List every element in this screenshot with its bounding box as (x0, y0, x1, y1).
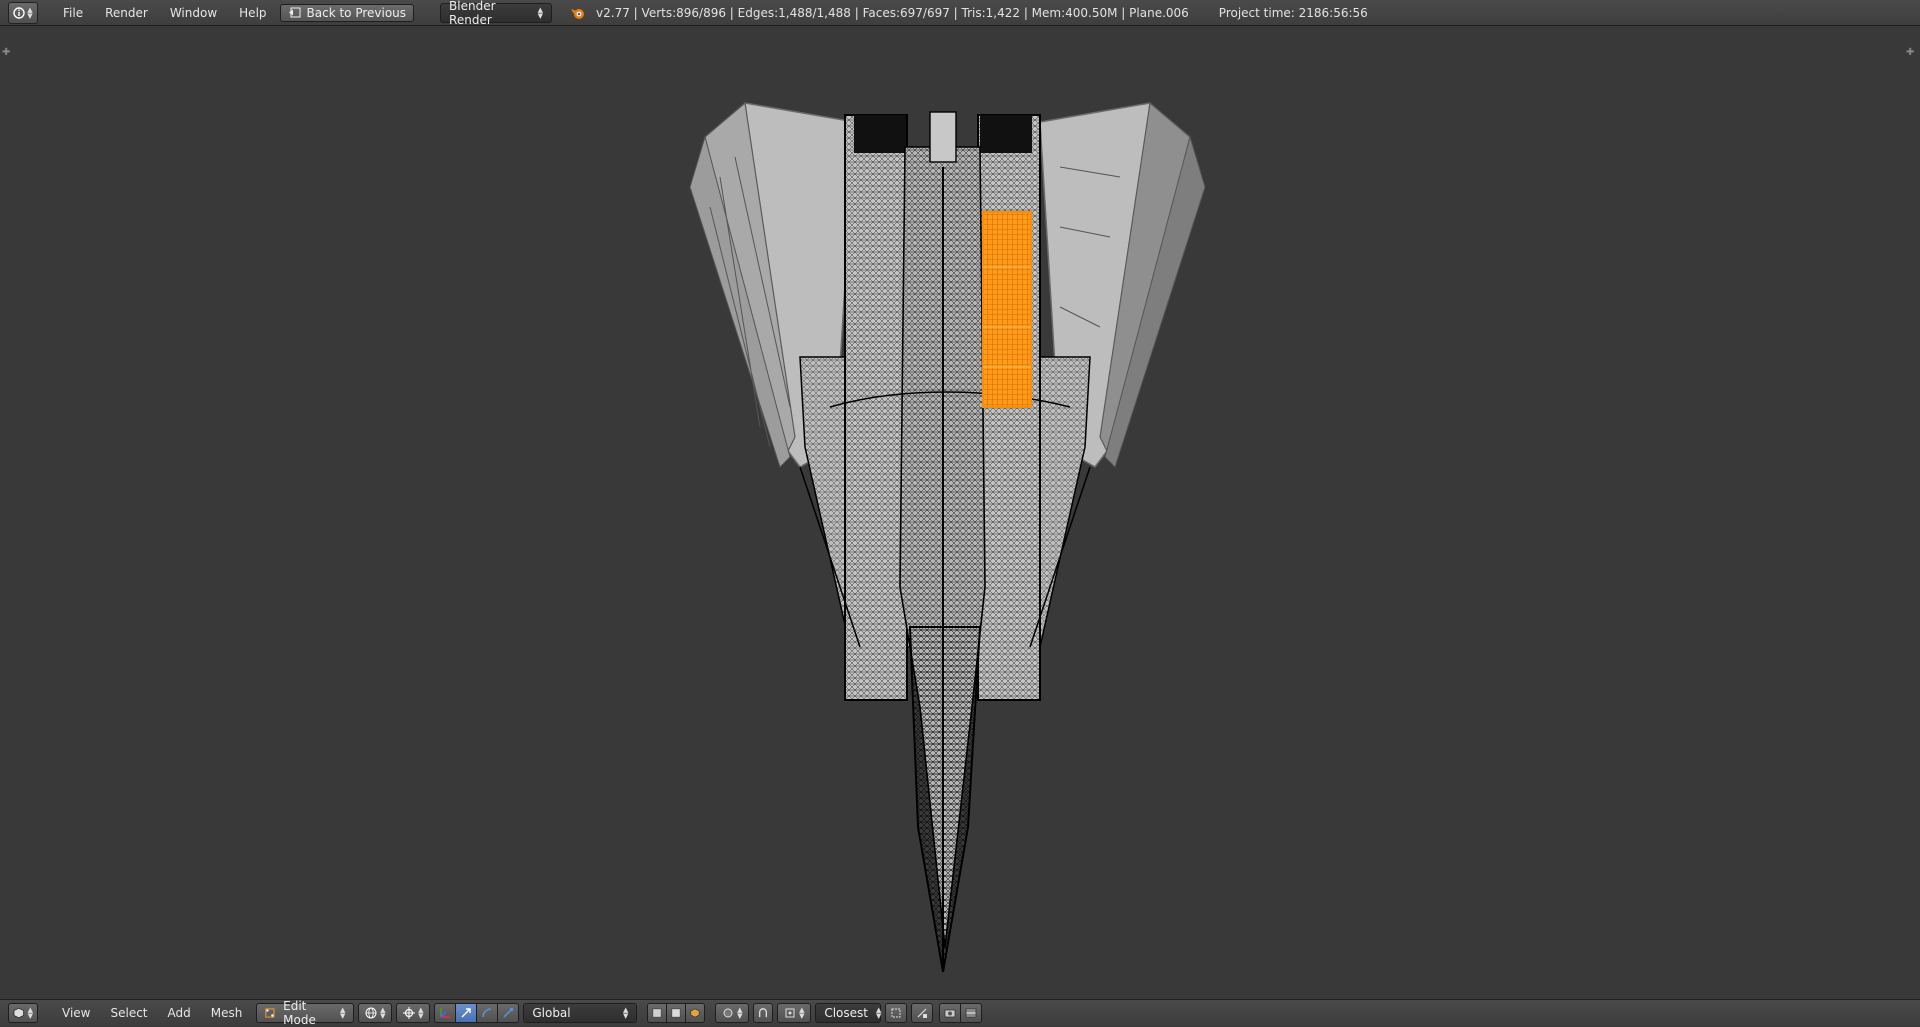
project-time: Project time: 2186:56:56 (1218, 5, 1368, 20)
rotate-manipulator[interactable] (476, 1003, 499, 1023)
edge-select-icon (671, 1008, 681, 1018)
snap-align-button[interactable] (885, 1003, 908, 1023)
menu-add[interactable]: Add (158, 1006, 201, 1020)
select-mode-group (647, 1003, 706, 1023)
pivot-point-dropdown[interactable]: ▲ ▼ (396, 1003, 431, 1023)
main-menu: File Render Window Help (52, 6, 278, 20)
render-engine-dropdown[interactable]: Blender Render ▲ ▼ (440, 0, 553, 27)
render-icon (965, 1008, 977, 1018)
viewport-shading-dropdown[interactable]: ▲ ▼ (358, 1003, 393, 1023)
edge-select-button[interactable] (666, 1003, 687, 1023)
menu-file[interactable]: File (52, 6, 94, 20)
updown-arrows-icon: ▲ ▼ (418, 1006, 424, 1020)
menu-render[interactable]: Render (94, 6, 159, 20)
snap-project-icon (917, 1008, 928, 1018)
translate-arrow-icon (461, 1008, 472, 1018)
snap-project-button[interactable] (911, 1003, 934, 1023)
shading-sphere-icon (365, 1007, 377, 1019)
proportional-editing-icon (723, 1008, 733, 1018)
view-menu-bar: View Select Add Mesh (52, 1006, 252, 1020)
menu-mesh[interactable]: Mesh (201, 1006, 253, 1020)
opengl-render-image-button[interactable] (939, 1003, 962, 1023)
updown-arrows-icon: ▲ ▼ (537, 5, 544, 20)
transform-orientation-dropdown[interactable]: Global ▲ ▼ (523, 1003, 638, 1023)
info-header: ▲ ▼ File Render Window Help Back to Previ… (0, 0, 1920, 27)
vertex-select-icon (652, 1008, 662, 1018)
mode-value: Edit Mode (283, 999, 316, 1027)
edit-mode-icon (265, 1008, 275, 1018)
menu-window[interactable]: Window (159, 6, 228, 20)
updown-arrows-icon: ▲ ▼ (622, 1006, 629, 1020)
proportional-editing-dropdown[interactable]: ▲ ▼ (715, 1003, 750, 1023)
blender-logo-icon (571, 8, 585, 19)
back-to-previous-button[interactable]: Back to Previous (279, 3, 415, 22)
updown-arrows-icon: ▲ ▼ (27, 5, 33, 20)
menu-help[interactable]: Help (228, 6, 277, 20)
snap-align-icon (891, 1008, 901, 1018)
mode-dropdown[interactable]: Edit Mode ▲ ▼ (256, 999, 355, 1027)
scale-icon (503, 1008, 514, 1018)
back-icon (288, 7, 301, 18)
aircraft-mesh (689, 101, 1206, 973)
updown-arrows-icon: ▲ ▼ (27, 1006, 33, 1020)
info-icon (13, 6, 25, 19)
snap-toggle[interactable] (753, 1003, 774, 1023)
scale-manipulator[interactable] (497, 1003, 520, 1023)
3d-view-header: ▲ ▼ View Select Add Mesh Edit Mode ▲ ▼ ▲ ▼ … (0, 999, 1920, 1027)
updown-arrows-icon: ▲ ▼ (339, 1006, 346, 1020)
manipulator-toggle[interactable] (434, 1003, 457, 1023)
manipulator-icon (440, 1008, 451, 1018)
snap-target-dropdown[interactable]: Closest ▲ ▼ (815, 1003, 881, 1023)
pivot-icon (403, 1007, 416, 1019)
vertex-select-button[interactable] (647, 1003, 668, 1023)
editor-type-button[interactable]: ▲ ▼ (8, 1003, 38, 1023)
face-select-button[interactable] (685, 1003, 706, 1023)
render-engine-value: Blender Render (449, 0, 496, 27)
3d-viewport[interactable]: ✚ ✚ (0, 27, 1920, 999)
menu-select[interactable]: Select (100, 1006, 157, 1020)
back-label: Back to Previous (306, 5, 407, 20)
camera-icon (944, 1009, 956, 1018)
opengl-render-animation-button[interactable] (960, 1003, 983, 1023)
updown-arrows-icon: ▲ ▼ (380, 1006, 386, 1020)
translate-manipulator[interactable] (455, 1003, 478, 1023)
manipulator-group (434, 1003, 520, 1023)
scene-statistics: v2.77 | Verts:896/896 | Edges:1,488/1,48… (596, 5, 1189, 20)
editor-type-button[interactable]: ▲ ▼ (8, 1, 38, 24)
selected-faces (982, 211, 1032, 408)
snap-element-dropdown[interactable]: ▲ ▼ (777, 1003, 812, 1023)
orientation-value: Global (532, 1006, 571, 1020)
face-select-icon (690, 1008, 700, 1018)
rotate-arc-icon (482, 1008, 492, 1018)
snap-icon (759, 1008, 768, 1018)
render-buttons-group (939, 1003, 983, 1023)
snap-element-icon (785, 1008, 795, 1018)
menu-view[interactable]: View (52, 1006, 100, 1020)
updown-arrows-icon: ▲ ▼ (799, 1006, 805, 1020)
updown-arrows-icon: ▲ ▼ (876, 1006, 882, 1020)
cube-icon (13, 1007, 25, 1019)
snap-target-value: Closest (824, 1006, 868, 1020)
updown-arrows-icon: ▲ ▼ (737, 1006, 743, 1020)
